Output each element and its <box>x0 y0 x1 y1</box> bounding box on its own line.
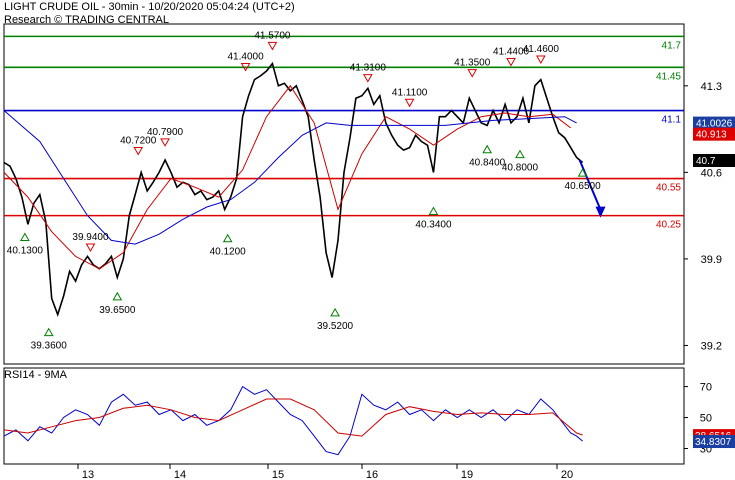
high-label: 41.3500 <box>454 58 491 69</box>
high-marker <box>85 243 96 252</box>
rsi-panel-border <box>3 367 685 465</box>
low-marker <box>482 144 493 154</box>
level-label: 41.1 <box>662 115 682 126</box>
low-label: 40.3400 <box>415 220 452 231</box>
low-label: 39.6500 <box>99 305 136 316</box>
y-tick-label: 39.9 <box>701 254 722 266</box>
price-axis: 41.340.639.939.241.002640.91340.7 <box>684 81 735 352</box>
x-tick-label: 15 <box>272 469 284 480</box>
rsi-tick-label: 50 <box>700 413 712 425</box>
price-series-group <box>3 61 606 317</box>
level-label: 41.45 <box>656 71 681 82</box>
high-label: 41.4600 <box>523 44 560 55</box>
low-marker <box>43 327 54 337</box>
level-label: 40.25 <box>656 220 681 231</box>
low-marker <box>112 291 123 301</box>
extreme-markers: 40.130039.360039.940039.650040.720040.79… <box>7 30 601 351</box>
high-marker <box>404 98 415 108</box>
low-label: 40.8000 <box>502 163 539 174</box>
x-tick-label: 20 <box>561 469 573 480</box>
rsi-tick-label: 70 <box>700 382 712 394</box>
low-marker <box>515 149 525 159</box>
price-badge-label: 40.913 <box>696 130 727 141</box>
y-tick-label: 39.2 <box>701 340 722 352</box>
rsi-line <box>3 385 583 456</box>
high-label: 39.9400 <box>72 232 109 243</box>
level-label: 41.7 <box>662 40 682 51</box>
low-label: 40.1300 <box>7 245 44 256</box>
low-marker <box>428 206 439 216</box>
high-label: 41.1100 <box>392 87 428 98</box>
x-tick-label: 13 <box>82 469 94 480</box>
high-label: 40.7900 <box>147 127 184 138</box>
high-label: 41.3100 <box>350 63 387 74</box>
high-marker <box>535 55 546 65</box>
rsi-axis: 70503038.651634.8307 <box>684 382 735 456</box>
low-marker <box>330 307 340 317</box>
support-resistance-levels: 41.7 41.45 41.1 40.55 40.25 <box>4 35 684 231</box>
low-marker <box>20 232 30 241</box>
rsi-title: RSI14 - 9MA <box>4 369 68 381</box>
high-marker <box>467 69 478 78</box>
low-label: 39.3600 <box>31 341 68 352</box>
time-axis: 13 14 15 16 19 20 <box>77 464 573 480</box>
y-tick-label: 40.6 <box>701 167 722 179</box>
high-marker <box>133 147 144 156</box>
rsi-series-group <box>3 385 583 456</box>
high-label: 41.4000 <box>228 51 265 62</box>
x-tick-label: 19 <box>461 469 473 480</box>
low-label: 40.6500 <box>565 181 602 192</box>
rsi-badge-label: 34.8307 <box>695 437 732 448</box>
price-line <box>3 61 584 317</box>
slow-ma-line <box>3 110 577 245</box>
x-tick-label: 16 <box>366 469 378 480</box>
high-label: 41.5700 <box>254 30 291 41</box>
high-marker <box>362 74 373 83</box>
x-tick-label: 14 <box>174 469 186 480</box>
low-label: 39.5200 <box>317 321 354 332</box>
price-badge-label: 40.7 <box>696 156 716 167</box>
low-label: 40.8400 <box>469 158 506 169</box>
high-marker <box>267 41 278 51</box>
low-label: 40.1200 <box>210 247 247 258</box>
high-marker <box>160 138 170 147</box>
low-marker <box>222 233 233 243</box>
y-tick-label: 41.3 <box>701 81 722 93</box>
rsi-panel <box>3 367 685 465</box>
chart-canvas: 41.7 41.45 41.1 40.55 40.25 40.1300 39.3600 39… <box>3 23 735 480</box>
high-marker <box>506 58 516 67</box>
level-label: 40.55 <box>656 183 681 194</box>
